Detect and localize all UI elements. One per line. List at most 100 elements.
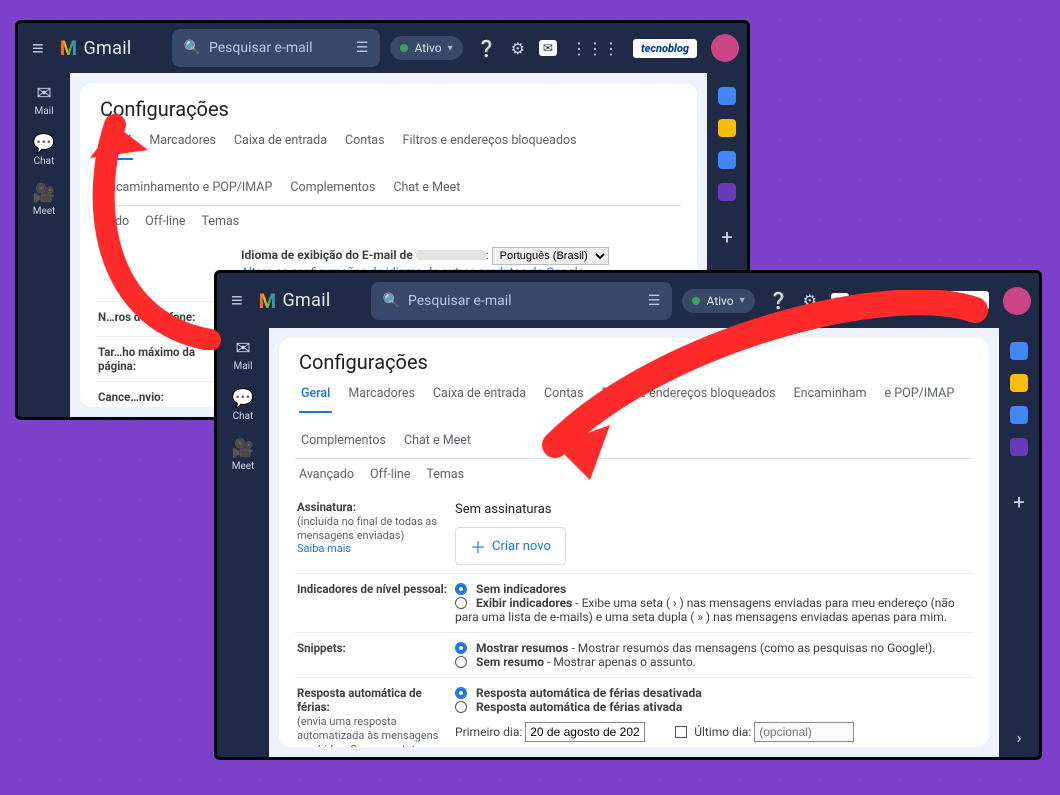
rail-item-chat[interactable]: 💬 Chat — [33, 129, 55, 171]
help-icon[interactable]: ❔ — [769, 291, 789, 310]
tab-offline[interactable]: Off-line — [145, 214, 185, 229]
plus-icon: ＋ — [470, 534, 486, 558]
radio-mostrar-resumos[interactable] — [455, 642, 467, 654]
gmail-logo[interactable]: MGmail — [259, 289, 331, 313]
tab-chat-meet[interactable]: Chat e Meet — [402, 427, 473, 458]
tab-temas[interactable]: Temas — [202, 214, 240, 229]
rail-item-mail[interactable]: ✉ Mail — [233, 334, 252, 376]
apps-grid-icon[interactable]: ⋮⋮⋮ — [571, 39, 619, 58]
tab-caixa-entrada[interactable]: Caixa de entrada — [232, 127, 329, 160]
search-input[interactable]: 🔍 Pesquisar e-mail ☰ — [172, 29, 381, 67]
tab-geral[interactable]: Geral — [299, 380, 332, 413]
calendar-icon[interactable] — [1010, 342, 1028, 360]
rail-item-mail[interactable]: ✉ Mail — [34, 79, 53, 121]
tab-complementos[interactable]: Complementos — [299, 427, 388, 458]
rail-label: Chat — [233, 411, 254, 422]
sig-hint: (incluída no final de todas as mensagens… — [297, 515, 437, 542]
settings-tabs: Geral Marcadores Caixa de entrada Contas… — [295, 380, 973, 459]
menu-icon[interactable]: ≡ — [26, 30, 50, 67]
search-icon: 🔍 — [383, 293, 400, 309]
gear-icon[interactable]: ⚙ — [511, 39, 525, 58]
rail-label: Mail — [34, 106, 53, 117]
radio-exibir-indicadores[interactable] — [455, 597, 467, 609]
tab-temas[interactable]: Temas — [426, 467, 464, 482]
status-label: Ativo — [706, 294, 733, 308]
keep-icon[interactable] — [718, 119, 736, 137]
tab-contas[interactable]: Contas — [542, 380, 586, 413]
tasks-icon[interactable] — [718, 151, 736, 169]
status-pill[interactable]: Ativo ▾ — [682, 289, 754, 313]
tab-filtros[interactable]: Filtros e endereços bloqueados — [600, 380, 778, 413]
meet-icon: 🎥 — [33, 183, 55, 204]
tab-chat-meet[interactable]: Chat e Meet — [391, 174, 462, 205]
status-dot-icon — [692, 297, 700, 305]
radio-ferias-off[interactable] — [455, 687, 467, 699]
tab-encaminhamento-b[interactable]: e POP/IMAP — [882, 380, 956, 413]
menu-icon[interactable]: ≡ — [225, 282, 249, 319]
tab-geral[interactable]: Geral — [100, 127, 133, 160]
tab-marcadores[interactable]: Marcadores — [147, 127, 218, 160]
tab-encaminhamento-a[interactable]: Encaminham — [792, 380, 869, 413]
checkbox-last-day[interactable] — [675, 726, 687, 738]
help-icon[interactable]: ❔ — [477, 39, 497, 58]
add-icon[interactable]: + — [1013, 490, 1024, 514]
left-rail: ✉ Mail 💬 Chat 🎥 Meet — [18, 73, 70, 417]
tasks-icon[interactable] — [1010, 406, 1028, 424]
radio-ferias-on[interactable] — [455, 701, 467, 713]
opt-ferias-on: Resposta automática de férias ativada — [476, 700, 682, 714]
collapse-icon[interactable]: › — [1017, 728, 1022, 747]
radio-sem-resumo[interactable] — [455, 656, 467, 668]
tab-avancado[interactable]: Avançado — [299, 467, 354, 482]
tab-complementos[interactable]: Complementos — [288, 174, 377, 205]
row-label: Indicadores de nível pessoal: — [297, 582, 447, 624]
contacts-icon[interactable] — [718, 183, 736, 201]
search-placeholder: Pesquisar e-mail — [209, 40, 313, 56]
tab-contas[interactable]: Contas — [343, 127, 387, 160]
tab-caixa-entrada[interactable]: Caixa de entrada — [431, 380, 528, 413]
page-title: Configurações — [299, 350, 973, 374]
rail-label: Meet — [232, 461, 255, 472]
row-label: Assinatura: (incluída no final de todas … — [297, 500, 447, 565]
opt-mostrar-resumos: Mostrar resumos — [476, 641, 568, 655]
link-saiba-mais[interactable]: Saiba mais — [297, 542, 447, 555]
opt-sem-resumo: Sem resumo — [476, 655, 544, 669]
language-select[interactable]: Português (Brasil) — [492, 247, 609, 265]
rail-item-chat[interactable]: 💬 Chat — [232, 384, 254, 426]
row-snippets: Snippets: Mostrar resumos - Mostrar resu… — [295, 633, 973, 678]
search-input[interactable]: 🔍 Pesquisar e-mail ☰ — [371, 282, 673, 320]
mail-icon[interactable]: ✉ — [539, 40, 557, 56]
avatar[interactable] — [711, 34, 739, 62]
search-icon: 🔍 — [184, 40, 201, 56]
criar-novo-label: Criar novo — [492, 539, 551, 554]
tab-marcadores[interactable]: Marcadores — [346, 380, 417, 413]
contacts-icon[interactable] — [1010, 438, 1028, 456]
gmail-logo[interactable]: MGmail — [60, 36, 132, 60]
status-pill[interactable]: Ativo ▾ — [390, 36, 462, 60]
tab-offline[interactable]: Off-line — [370, 467, 410, 482]
avatar[interactable] — [1003, 287, 1031, 315]
brand-text: Gmail — [282, 290, 330, 311]
radio-sem-indicadores[interactable] — [455, 583, 467, 595]
gear-icon[interactable]: ⚙ — [803, 291, 817, 310]
tune-icon[interactable]: ☰ — [648, 293, 661, 309]
tab-filtros[interactable]: Filtros e endereços bloqueados — [401, 127, 579, 160]
settings-subtabs: Avançado Off-line Temas — [295, 459, 973, 492]
apps-grid-icon[interactable]: ⋮⋮⋮ — [863, 291, 911, 310]
tune-icon[interactable]: ☰ — [356, 40, 369, 56]
tenant-logo[interactable]: tecnoblog — [633, 39, 697, 58]
rail-item-meet[interactable]: 🎥 Meet — [33, 179, 56, 221]
tenant-logo[interactable]: tecnoblog — [925, 291, 989, 310]
no-signatures: Sem assinaturas — [455, 502, 971, 517]
rail-item-meet[interactable]: 🎥 Meet — [232, 434, 255, 476]
first-day-input[interactable] — [525, 722, 645, 742]
keep-icon[interactable] — [1010, 374, 1028, 392]
tab-avancado-clipped[interactable]: …edo — [100, 214, 129, 229]
calendar-icon[interactable] — [718, 87, 736, 105]
criar-novo-button[interactable]: ＋ Criar novo — [455, 527, 566, 565]
add-icon[interactable]: + — [721, 225, 732, 249]
tab-encaminhamento[interactable]: Encaminhamento e POP/IMAP — [100, 174, 274, 205]
first-day-label: Primeiro dia: — [455, 725, 522, 739]
mail-icon[interactable]: ✉ — [831, 293, 849, 309]
last-day-label: Último dia: — [694, 725, 751, 739]
rail-label: Chat — [34, 156, 55, 167]
